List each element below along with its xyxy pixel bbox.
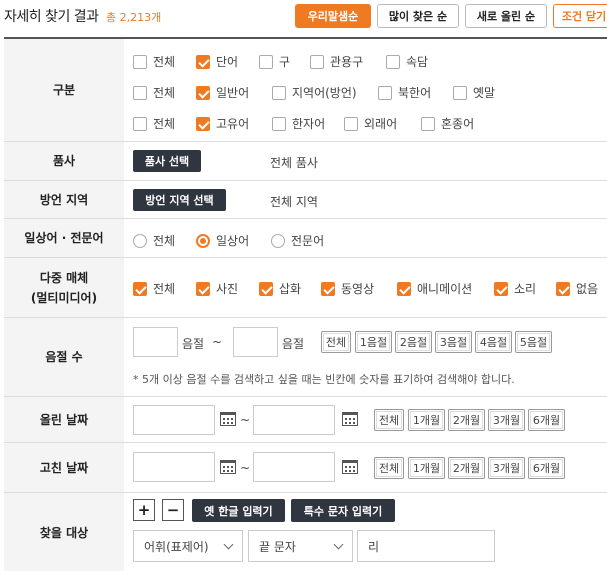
calendar-icon[interactable] bbox=[220, 460, 236, 474]
modified-all-chip[interactable]: 전체 bbox=[374, 457, 404, 479]
row-modified-date: 고친 날짜 ~ 전체 1개월 2개월 3개월 6개월 bbox=[4, 443, 607, 493]
origin-hybrid-checkbox[interactable]: 혼종어 bbox=[421, 115, 474, 132]
media-none-checkbox[interactable]: 없음 bbox=[556, 280, 598, 297]
type-north-korean-checkbox[interactable]: 북한어 bbox=[378, 84, 431, 101]
syllable-label: 음절 수 bbox=[4, 318, 124, 396]
origin-loan-checkbox[interactable]: 외래어 bbox=[344, 115, 397, 132]
posted-date-label: 올린 날짜 bbox=[4, 397, 124, 442]
syllable-1-chip[interactable]: 1음절 bbox=[355, 331, 392, 353]
row-posted-date: 올린 날짜 ~ 전체 1개월 2개월 3개월 6개월 bbox=[4, 397, 607, 443]
posted-1m-chip[interactable]: 1개월 bbox=[408, 409, 445, 431]
remove-condition-button[interactable]: − bbox=[162, 499, 184, 521]
chevron-down-icon bbox=[223, 539, 234, 550]
result-header: 자세히 찾기 결과 총 2,213개 우리말샘순 많이 찾은 순 새로 올린 순… bbox=[0, 0, 607, 34]
chevron-down-icon bbox=[333, 539, 344, 550]
syllable-note: * 5개 이상 음절 수를 검색하고 싶을 때는 빈칸에 숫자를 표기하여 검색… bbox=[133, 373, 515, 386]
modified-range-tilde: ~ bbox=[240, 461, 251, 475]
match-type-select[interactable]: 끝 문자 bbox=[248, 530, 353, 562]
modified-1m-chip[interactable]: 1개월 bbox=[408, 457, 445, 479]
syllable-2-chip[interactable]: 2음절 bbox=[395, 331, 432, 353]
media-animation-checkbox[interactable]: 애니메이션 bbox=[397, 280, 472, 297]
old-hangul-keyboard-button[interactable]: 옛 한글 입력기 bbox=[192, 499, 285, 522]
media-video-checkbox[interactable]: 동영상 bbox=[321, 280, 374, 297]
category-proverb-checkbox[interactable]: 속담 bbox=[386, 53, 428, 70]
syllable-5-chip[interactable]: 5음절 bbox=[515, 331, 552, 353]
type-dialect-checkbox[interactable]: 지역어(방언) bbox=[272, 84, 357, 101]
region-select-button[interactable]: 방언 지역 선택 bbox=[133, 189, 226, 211]
modified-end-input[interactable] bbox=[253, 452, 335, 482]
syllable-3-chip[interactable]: 3음절 bbox=[435, 331, 472, 353]
search-target-label: 찾을 대상 bbox=[4, 493, 124, 571]
category-idiom-checkbox[interactable]: 관용구 bbox=[310, 53, 363, 70]
row-multimedia: 다중 매체 (멀티미디어) 전체 사진 삽화 동영상 애니메이션 소리 없음 bbox=[4, 258, 607, 318]
modified-2m-chip[interactable]: 2개월 bbox=[448, 457, 485, 479]
posted-start-input[interactable] bbox=[133, 405, 215, 435]
modified-start-input[interactable] bbox=[133, 452, 215, 482]
pos-value: 전체 품사 bbox=[270, 156, 318, 170]
calendar-icon[interactable] bbox=[342, 412, 358, 426]
syllable-all-chip[interactable]: 전체 bbox=[321, 331, 351, 353]
posted-end-input[interactable] bbox=[253, 405, 335, 435]
category-word-checkbox[interactable]: 단어 bbox=[196, 53, 238, 70]
add-condition-button[interactable]: + bbox=[133, 499, 155, 521]
region-label: 방언 지역 bbox=[4, 181, 124, 218]
category-phrase-checkbox[interactable]: 구 bbox=[259, 53, 290, 70]
syllable-4-chip[interactable]: 4음절 bbox=[475, 331, 512, 353]
origin-all-checkbox[interactable]: 전체 bbox=[133, 115, 175, 132]
posted-6m-chip[interactable]: 6개월 bbox=[528, 409, 565, 431]
search-conditions-table: 구분 전체 단어 구 관용구 속담 전체 일반어 지역어(방언) 북한어 옛말 … bbox=[4, 37, 607, 571]
posted-all-chip[interactable]: 전체 bbox=[374, 409, 404, 431]
syllable-max-input[interactable] bbox=[233, 327, 278, 357]
category-label: 구분 bbox=[4, 39, 124, 141]
category-all-checkbox[interactable]: 전체 bbox=[133, 53, 175, 70]
syllable-max-unit: 음절 bbox=[282, 337, 305, 351]
search-field-select[interactable]: 어휘(표제어) bbox=[133, 530, 243, 562]
pos-select-button[interactable]: 품사 선택 bbox=[133, 150, 201, 172]
posted-2m-chip[interactable]: 2개월 bbox=[448, 409, 485, 431]
posted-range-tilde: ~ bbox=[240, 413, 251, 427]
register-everyday-radio[interactable]: 일상어 bbox=[196, 232, 249, 249]
modified-6m-chip[interactable]: 6개월 bbox=[528, 457, 565, 479]
posted-3m-chip[interactable]: 3개월 bbox=[488, 409, 525, 431]
register-technical-radio[interactable]: 전문어 bbox=[271, 232, 324, 249]
calendar-icon[interactable] bbox=[342, 460, 358, 474]
sort-urimalsaem-button[interactable]: 우리말샘순 bbox=[295, 4, 371, 28]
modified-3m-chip[interactable]: 3개월 bbox=[488, 457, 525, 479]
region-value: 전체 지역 bbox=[270, 195, 318, 209]
row-search-target: 찾을 대상 + − 옛 한글 입력기 특수 문자 입력기 어휘(표제어) 끝 문… bbox=[4, 493, 607, 571]
sort-most-viewed-button[interactable]: 많이 찾은 순 bbox=[377, 4, 459, 28]
modified-date-label: 고친 날짜 bbox=[4, 443, 124, 492]
pos-label: 품사 bbox=[4, 142, 124, 180]
search-query-input[interactable]: 리 bbox=[357, 530, 495, 562]
row-category: 구분 전체 단어 구 관용구 속담 전체 일반어 지역어(방언) 북한어 옛말 … bbox=[4, 39, 607, 142]
row-syllable: 음절 수 음절 ~ 음절 전체 1음절 2음절 3음절 4음절 5음절 * 5개… bbox=[4, 318, 607, 397]
media-photo-checkbox[interactable]: 사진 bbox=[196, 280, 238, 297]
sort-newest-button[interactable]: 새로 올린 순 bbox=[465, 4, 547, 28]
origin-native-checkbox[interactable]: 고유어 bbox=[196, 115, 249, 132]
media-all-checkbox[interactable]: 전체 bbox=[133, 280, 175, 297]
syllable-range-tilde: ~ bbox=[212, 335, 223, 349]
register-label: 일상어 · 전문어 bbox=[4, 219, 124, 257]
register-all-radio[interactable]: 전체 bbox=[133, 232, 175, 249]
origin-sino-checkbox[interactable]: 한자어 bbox=[272, 115, 325, 132]
type-all-checkbox[interactable]: 전체 bbox=[133, 84, 175, 101]
media-sound-checkbox[interactable]: 소리 bbox=[494, 280, 536, 297]
type-archaic-checkbox[interactable]: 옛말 bbox=[453, 84, 495, 101]
type-general-checkbox[interactable]: 일반어 bbox=[196, 84, 249, 101]
syllable-min-input[interactable] bbox=[133, 327, 178, 357]
special-char-keyboard-button[interactable]: 특수 문자 입력기 bbox=[291, 499, 395, 522]
result-count: 총 2,213개 bbox=[106, 11, 162, 24]
syllable-min-unit: 음절 bbox=[182, 337, 205, 351]
row-pos: 품사 품사 선택 전체 품사 bbox=[4, 142, 607, 181]
calendar-icon[interactable] bbox=[220, 412, 236, 426]
page-title: 자세히 찾기 결과 bbox=[4, 9, 99, 25]
multimedia-label: 다중 매체 (멀티미디어) bbox=[4, 258, 124, 317]
row-register: 일상어 · 전문어 전체 일상어 전문어 bbox=[4, 219, 607, 258]
media-illustration-checkbox[interactable]: 삽화 bbox=[259, 280, 301, 297]
close-conditions-button[interactable]: 조건 닫기 bbox=[553, 4, 607, 28]
row-region: 방언 지역 방언 지역 선택 전체 지역 bbox=[4, 181, 607, 219]
